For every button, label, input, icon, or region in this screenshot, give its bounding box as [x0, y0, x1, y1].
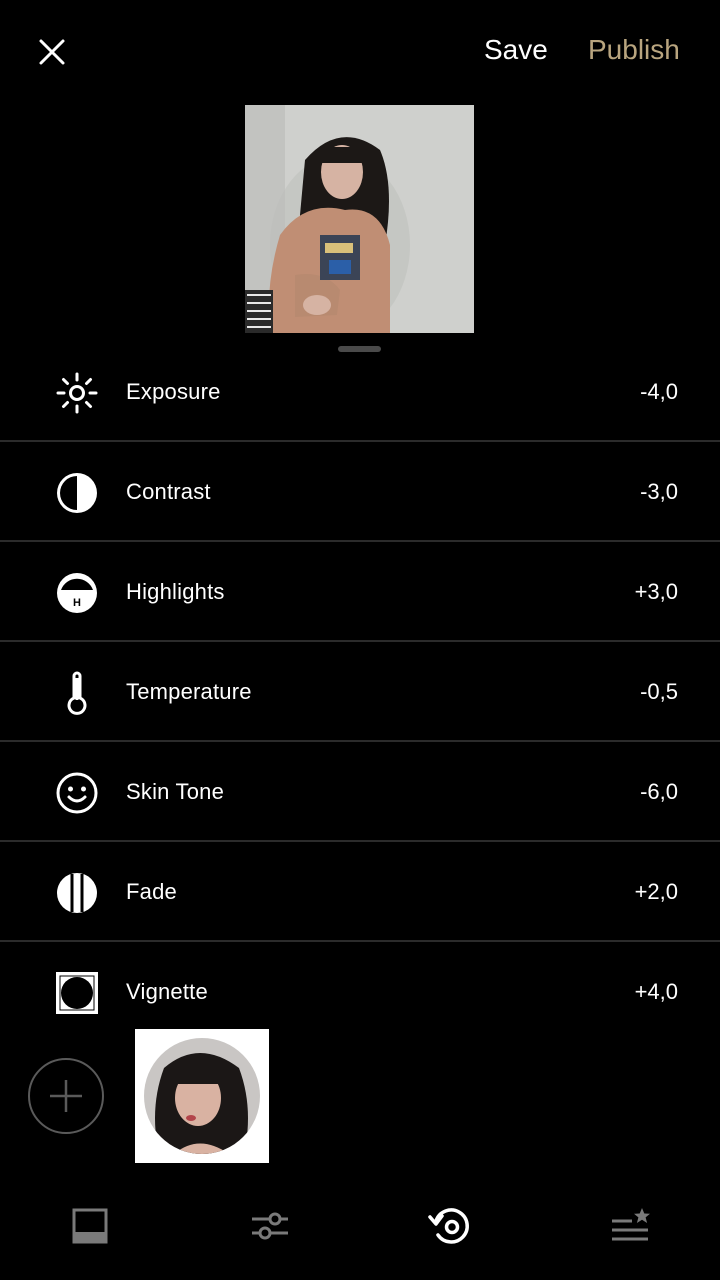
adjustment-value: +4,0: [634, 979, 678, 1004]
highlights-icon: H: [54, 570, 100, 616]
adjustment-row-contrast[interactable]: Contrast -3,0: [0, 442, 720, 542]
edit-screen: Save Publish Exposure -4,0 Contrast -3,0…: [0, 0, 720, 1280]
recipes-star-list-icon: [612, 1208, 650, 1241]
contrast-icon: [54, 470, 100, 516]
adjustments-list: Exposure -4,0 Contrast -3,0 H Highlights…: [0, 342, 720, 1042]
adjustment-label: Exposure: [126, 379, 221, 404]
adjustment-value: -6,0: [640, 779, 678, 804]
highlights-badge: H: [73, 597, 81, 609]
adjustment-row-fade[interactable]: Fade +2,0: [0, 842, 720, 942]
close-button[interactable]: [30, 30, 74, 74]
adjustment-label: Fade: [126, 879, 177, 904]
adjustment-label: Temperature: [126, 679, 252, 704]
adjustment-value: -4,0: [640, 379, 678, 404]
adjustment-row-skin-tone[interactable]: Skin Tone -6,0: [0, 742, 720, 842]
adjustment-value: +3,0: [634, 579, 678, 604]
publish-button[interactable]: Publish: [588, 34, 680, 66]
recipe-thumbnail[interactable]: [135, 1029, 269, 1163]
temperature-thermometer-icon: [54, 670, 100, 716]
exposure-sun-icon: [54, 370, 100, 416]
presets-tab[interactable]: [66, 1202, 114, 1250]
recipes-tab[interactable]: [606, 1202, 654, 1250]
adjustment-value: -0,5: [640, 679, 678, 704]
plus-icon: [50, 1080, 82, 1112]
recipe-thumbnail-image: [144, 1038, 260, 1154]
adjustment-label: Vignette: [126, 979, 208, 1004]
adjustment-row-vignette[interactable]: Vignette +4,0: [0, 942, 720, 1042]
bottom-toolbar: [0, 1190, 720, 1262]
fade-icon: [54, 870, 100, 916]
adjustment-row-highlights[interactable]: H Highlights +3,0: [0, 542, 720, 642]
vignette-icon: [54, 970, 100, 1016]
tools-tab[interactable]: [246, 1202, 294, 1250]
skin-tone-face-icon: [54, 770, 100, 816]
adjustment-label: Skin Tone: [126, 779, 225, 804]
sliders-icon: [252, 1212, 288, 1240]
presets-icon: [72, 1208, 108, 1244]
adjustment-value: +2,0: [634, 879, 678, 904]
close-icon: [39, 39, 65, 65]
adjustment-label: Contrast: [126, 479, 211, 504]
photo-preview-image: [245, 105, 474, 333]
history-tab[interactable]: [426, 1202, 474, 1250]
adjustment-value: -3,0: [640, 479, 678, 504]
save-button[interactable]: Save: [484, 34, 548, 66]
add-recipe-button[interactable]: [28, 1058, 104, 1134]
adjustment-row-exposure[interactable]: Exposure -4,0: [0, 342, 720, 442]
photo-preview[interactable]: [245, 105, 474, 333]
adjustment-row-temperature[interactable]: Temperature -0,5: [0, 642, 720, 742]
adjustment-label: Highlights: [126, 579, 225, 604]
history-rotate-icon: [428, 1208, 469, 1244]
